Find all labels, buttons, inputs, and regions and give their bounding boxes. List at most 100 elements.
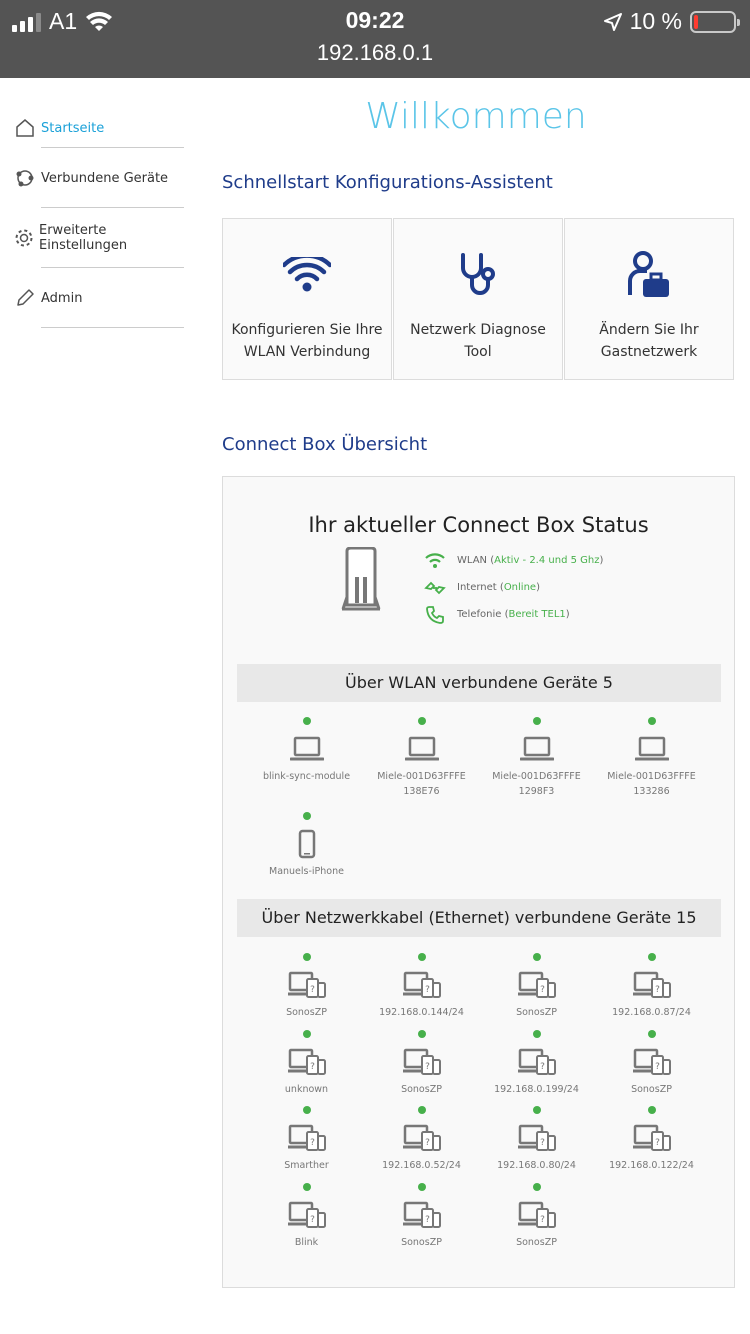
laptop-icon — [479, 729, 594, 769]
sidebar-item-startseite[interactable]: Startseite — [14, 108, 184, 148]
card-network-diagnose[interactable]: Netzwerk Diagnose Tool — [393, 218, 563, 380]
battery-percent: 10 % — [629, 8, 682, 34]
unknown-device-icon: ? — [479, 1118, 594, 1158]
device-name: Smarther — [284, 1160, 329, 1171]
url-bar[interactable]: 192.168.0.1 — [0, 40, 750, 66]
online-status-dot — [647, 717, 656, 725]
device-item[interactable]: ? SonosZP — [479, 1182, 594, 1260]
status-internet-label: Internet — [457, 582, 497, 593]
device-name: 192.168.0.199/24 — [494, 1083, 579, 1095]
unknown-device-icon: ? — [479, 1042, 594, 1082]
device-item[interactable]: Manuels-iPhone — [249, 812, 364, 907]
device-name: 192.168.0.52/24 — [382, 1160, 461, 1171]
battery-icon — [690, 10, 740, 33]
status-telefonie-value: Bereit TEL1 — [508, 609, 566, 620]
device-item[interactable]: ? Smarther — [249, 1106, 364, 1183]
online-status-dot — [532, 953, 541, 961]
svg-text:?: ? — [540, 1062, 545, 1072]
device-name: SonosZP — [401, 1236, 442, 1248]
overview-panel: Ihr aktueller Connect Box Status WLAN (A… — [222, 476, 735, 1288]
device-item[interactable]: ? 192.168.0.199/24 — [479, 1029, 594, 1107]
device-name: SonosZP — [516, 1007, 557, 1018]
device-item[interactable]: ? SonosZP — [479, 953, 594, 1030]
device-name-line1: Miele-001D63FFFE — [492, 771, 581, 782]
online-status-dot — [417, 953, 426, 961]
device-name-line1: Miele-001D63FFFE — [377, 771, 466, 782]
device-item[interactable]: ? SonosZP — [594, 1029, 709, 1107]
online-status-dot — [532, 1106, 541, 1114]
unknown-device-icon: ? — [594, 965, 709, 1005]
unknown-device-icon: ? — [249, 1042, 364, 1082]
online-status-dot — [302, 812, 311, 820]
device-item[interactable]: ? unknown — [249, 1029, 364, 1107]
svg-text:?: ? — [310, 985, 315, 995]
device-item[interactable]: ? 192.168.0.122/24 — [594, 1106, 709, 1183]
pencil-icon — [14, 287, 36, 309]
online-status-dot — [302, 1106, 311, 1114]
location-arrow-icon — [603, 12, 622, 31]
card-guest-network[interactable]: Ändern Sie Ihr Gastnetzwerk — [564, 218, 734, 380]
device-item[interactable]: ? SonosZP — [249, 953, 364, 1030]
online-status-dot — [302, 717, 311, 725]
card-label-line1: Netzwerk Diagnose — [410, 322, 546, 338]
card-label-line2: Tool — [464, 344, 492, 360]
device-name: 192.168.0.122/24 — [609, 1160, 694, 1171]
quickstart-title: Schnellstart Konfigurations-Assistent — [222, 172, 553, 193]
device-name-line1: Manuels-iPhone — [269, 866, 344, 877]
device-item[interactable]: Miele-001D63FFFE 1298F3 — [479, 717, 594, 812]
phone-icon — [423, 605, 447, 625]
online-status-dot — [302, 1029, 311, 1038]
device-item[interactable]: blink-sync-module — [249, 717, 364, 812]
svg-text:?: ? — [425, 1062, 430, 1072]
unknown-device-icon: ? — [364, 1042, 479, 1082]
svg-text:?: ? — [540, 1138, 545, 1148]
svg-text:?: ? — [655, 985, 660, 995]
card-wlan-config[interactable]: Konfigurieren Sie Ihre WLAN Verbindung — [222, 218, 392, 380]
device-name: Miele-001D63FFFE 1298F3 — [479, 769, 594, 799]
sidebar-item-erweiterte-einstellungen[interactable]: Erweiterte Einstellungen — [14, 208, 184, 268]
svg-text:?: ? — [425, 985, 430, 995]
unknown-device-icon: ? — [249, 1118, 364, 1158]
online-status-dot — [532, 1029, 541, 1038]
device-item[interactable]: ? SonosZP — [364, 1182, 479, 1260]
sidebar-item-verbundene-geraete[interactable]: Verbundene Geräte — [14, 148, 184, 208]
device-item[interactable]: Miele-001D63FFFE 138E76 — [364, 717, 479, 812]
status-telefonie-label: Telefonie — [457, 609, 502, 620]
device-name: SonosZP — [401, 1083, 442, 1095]
status-internet: Internet (Online) — [423, 574, 603, 601]
ethernet-devices-band: Über Netzwerkkabel (Ethernet) verbundene… — [237, 899, 721, 937]
laptop-icon — [249, 729, 364, 769]
page-title: Willkommen — [365, 96, 587, 137]
overview-title: Connect Box Übersicht — [222, 434, 428, 455]
unknown-device-icon: ? — [594, 1042, 709, 1082]
device-item[interactable]: ? 192.168.0.80/24 — [479, 1106, 594, 1183]
wlan-device-grid: blink-sync-module Miele-001D63FFFE 138E76 M… — [249, 717, 709, 907]
online-status-dot — [417, 1106, 426, 1114]
device-item[interactable]: Miele-001D63FFFE 133286 — [594, 717, 709, 812]
device-item[interactable]: ? 192.168.0.87/24 — [594, 953, 709, 1030]
device-name: 192.168.0.144/24 — [379, 1007, 464, 1018]
wlan-devices-band: Über WLAN verbundene Geräte 5 — [237, 664, 721, 702]
devices-icon — [14, 167, 36, 189]
svg-text:?: ? — [310, 1062, 315, 1072]
status-telefonie: Telefonie (Bereit TEL1) — [423, 601, 603, 628]
svg-text:?: ? — [540, 1215, 545, 1225]
sidebar-item-label: Verbundene Geräte — [41, 170, 169, 186]
sidebar-item-admin[interactable]: Admin — [14, 268, 184, 328]
device-name: Manuels-iPhone — [249, 864, 364, 879]
device-item[interactable]: ? Blink — [249, 1182, 364, 1260]
device-item[interactable]: ? 192.168.0.52/24 — [364, 1106, 479, 1183]
status-wlan-value: Aktiv - 2.4 und 5 Ghz — [494, 555, 600, 566]
smartphone-icon — [249, 824, 364, 864]
unknown-device-icon: ? — [479, 965, 594, 1005]
device-name: Blink — [294, 1236, 319, 1248]
device-item[interactable]: ? 192.168.0.144/24 — [364, 953, 479, 1030]
svg-text:?: ? — [540, 985, 545, 995]
online-status-dot — [532, 717, 541, 725]
internet-icon — [423, 578, 447, 598]
gear-icon — [14, 227, 34, 249]
unknown-device-icon: ? — [249, 1195, 364, 1235]
device-item[interactable]: ? SonosZP — [364, 1029, 479, 1107]
status-wlan: WLAN (Aktiv - 2.4 und 5 Ghz) — [423, 547, 603, 574]
unknown-device-icon: ? — [364, 965, 479, 1005]
